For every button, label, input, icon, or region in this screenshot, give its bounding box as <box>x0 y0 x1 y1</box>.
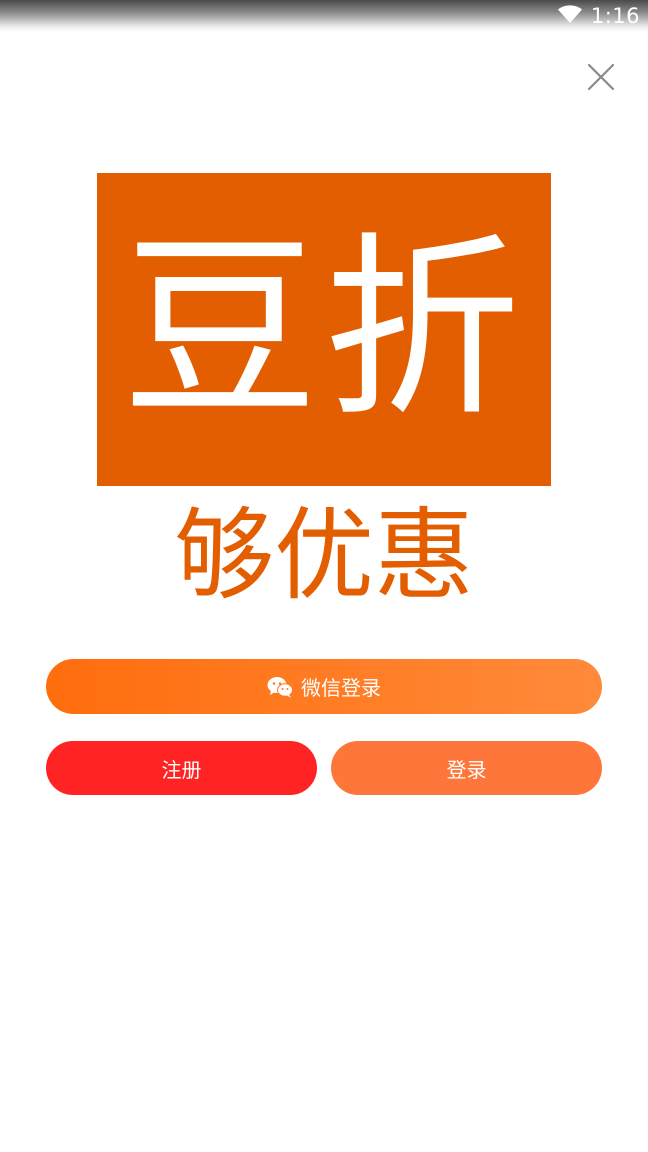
register-button[interactable]: 注册 <box>46 741 317 795</box>
login-button[interactable]: 登录 <box>331 741 602 795</box>
wechat-login-label: 微信登录 <box>301 676 381 700</box>
status-bar: 1:16 <box>0 0 648 32</box>
wechat-login-button[interactable]: 微信登录 <box>46 659 602 714</box>
slogan: 够优惠 <box>174 497 474 614</box>
wifi-icon <box>557 4 583 28</box>
status-indicators: 1:16 <box>557 3 640 29</box>
register-label: 注册 <box>161 757 202 782</box>
login-label: 登录 <box>446 757 487 782</box>
wechat-icon <box>267 676 293 698</box>
app-logo: 豆折 <box>97 173 551 486</box>
close-icon <box>587 63 615 95</box>
status-time: 1:16 <box>590 4 640 28</box>
logo-text: 豆折 <box>121 215 526 444</box>
close-button[interactable] <box>580 58 622 100</box>
